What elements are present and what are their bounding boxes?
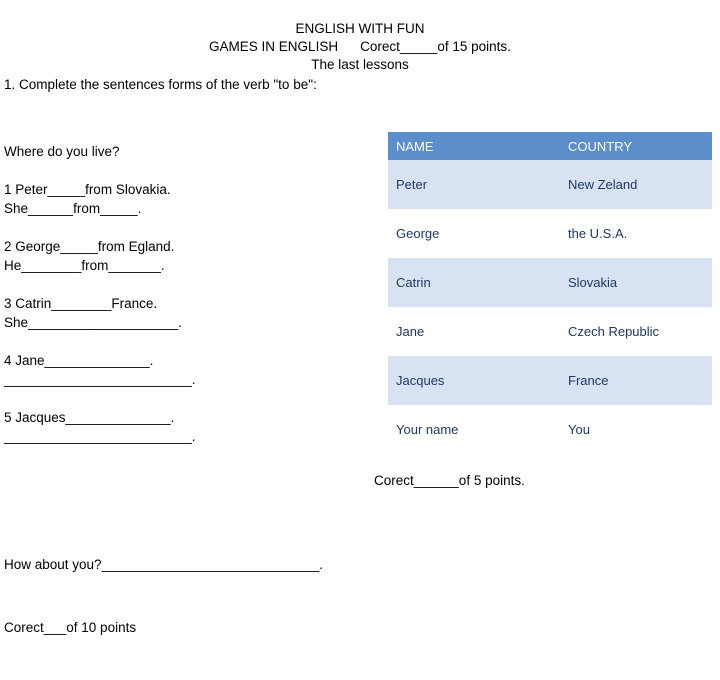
cell-name: Jacques [388, 356, 560, 405]
names-countries-table: NAME COUNTRY Peter New Zeland George the… [388, 132, 712, 454]
table-score-note: Corect______of 5 points. [374, 473, 525, 488]
cell-country: France [560, 356, 712, 405]
table-row: Your name You [388, 405, 712, 454]
question-item-4: 4 Jane______________. __________________… [4, 351, 384, 389]
table-row: Jacques France [388, 356, 712, 405]
column-header-country: COUNTRY [560, 132, 712, 160]
cell-country: New Zeland [560, 160, 712, 209]
subtitle-score: Corect_____of 15 points. [360, 39, 511, 54]
questions-column: Where do you live? 1 Peter_____from Slov… [4, 142, 384, 465]
question-prompt: Where do you live? [4, 144, 120, 159]
cell-name: Catrin [388, 258, 560, 307]
cell-country: Slovakia [560, 258, 712, 307]
question-item-2: 2 George_____from Egland. He________from… [4, 237, 384, 275]
question-line: 4 Jane______________. [4, 353, 154, 368]
question-line: 3 Catrin________France. [4, 296, 158, 311]
question-item-3: 3 Catrin________France. She_____________… [4, 294, 384, 332]
cell-country: the U.S.A. [560, 209, 712, 258]
question-line: 5 Jacques______________. [4, 410, 175, 425]
subtitle-row: GAMES IN ENGLISH Corect_____of 15 points. [0, 38, 720, 56]
cell-name: Your name [388, 405, 560, 454]
question-line: _________________________. [4, 429, 196, 444]
question-line: 2 George_____from Egland. [4, 239, 175, 254]
cell-name: George [388, 209, 560, 258]
page-title: ENGLISH WITH FUN [295, 21, 425, 36]
task-instruction: 1. Complete the sentences forms of the v… [4, 77, 317, 92]
subtitle-left: GAMES IN ENGLISH [209, 39, 339, 54]
question-line: 1 Peter_____from Slovakia. [4, 182, 171, 197]
footer-block: How about you?__________________________… [4, 512, 323, 680]
table-row: George the U.S.A. [388, 209, 712, 258]
cell-country: Czech Republic [560, 307, 712, 356]
table-row: Catrin Slovakia [388, 258, 712, 307]
cell-country: You [560, 405, 712, 454]
question-line: She____________________. [4, 315, 182, 330]
footer-question: How about you?__________________________… [4, 557, 324, 572]
question-line: She______from_____. [4, 201, 142, 216]
table-row: Peter New Zeland [388, 160, 712, 209]
column-header-name: NAME [388, 132, 560, 160]
table-row: Jane Czech Republic [388, 307, 712, 356]
cell-name: Jane [388, 307, 560, 356]
table-header-row: NAME COUNTRY [388, 132, 712, 160]
footer-score: Corect___of 10 points [4, 620, 137, 635]
table-body: Peter New Zeland George the U.S.A. Catri… [388, 160, 712, 454]
worksheet-page: ENGLISH WITH FUN GAMES IN ENGLISH Corect_… [0, 20, 720, 635]
table-head: NAME COUNTRY [388, 132, 712, 160]
document-header: ENGLISH WITH FUN GAMES IN ENGLISH Corect_… [0, 20, 720, 74]
question-line: _________________________. [4, 372, 196, 387]
question-item-1: 1 Peter_____from Slovakia. She______from… [4, 180, 384, 218]
question-prompt-block: Where do you live? [4, 142, 384, 161]
cell-name: Peter [388, 160, 560, 209]
question-item-5: 5 Jacques______________. _______________… [4, 408, 384, 446]
question-line: He________from_______. [4, 258, 165, 273]
lesson-label: The last lessons [311, 57, 409, 72]
